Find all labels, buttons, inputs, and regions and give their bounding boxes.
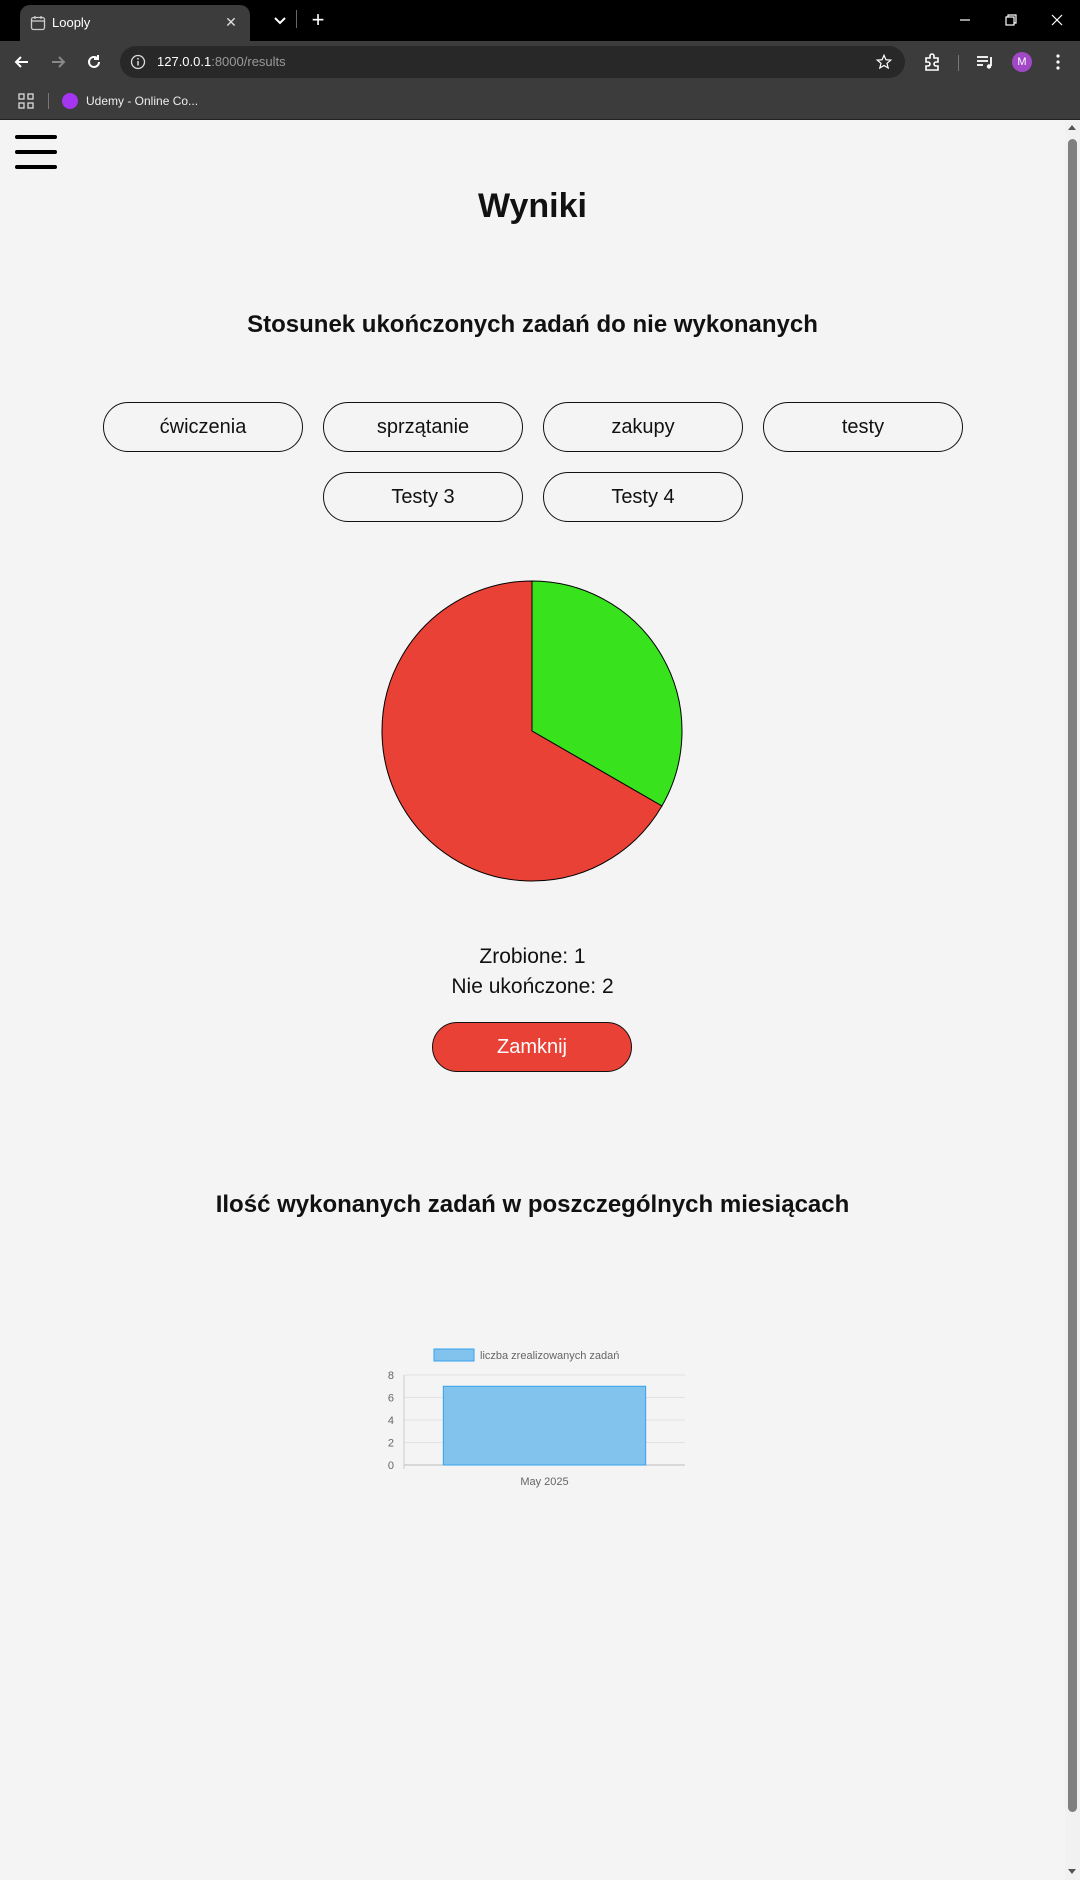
monthly-section-title: Ilość wykonanych zadań w poszczególnych … — [215, 1191, 850, 1218]
monthly-bar-chart: liczba zrealizowanych zadań 0 2 4 6 8 May 2025 — [388, 1348, 685, 1488]
category-button-cwiczenia[interactable]: ćwiczenia — [103, 402, 303, 452]
tab-close-icon[interactable]: ✕ — [220, 11, 242, 33]
browser-tab[interactable]: Looply ✕ — [20, 5, 250, 41]
category-button-testy-3[interactable]: Testy 3 — [323, 472, 523, 522]
bookmarks-divider — [48, 93, 49, 109]
profile-avatar[interactable]: M — [1012, 52, 1032, 72]
minimize-icon[interactable] — [953, 8, 977, 32]
url-text: 127.0.0.1:8000/results — [157, 54, 286, 69]
category-button-sprzatanie[interactable]: sprzątanie — [323, 402, 523, 452]
browser-toolbar: 127.0.0.1:8000/results M — [0, 41, 1080, 83]
page-content: Wyniki Stosunek ukończonych zadań do nie… — [0, 121, 1065, 1880]
udemy-icon — [62, 93, 78, 109]
url-host: 127.0.0.1 — [157, 54, 212, 69]
category-button-testy-4[interactable]: Testy 4 — [543, 472, 743, 522]
browser-tab-strip: Looply ✕ + — [0, 0, 1080, 41]
close-button[interactable]: Zamknij — [432, 1022, 632, 1072]
completion-pie-chart — [381, 580, 683, 882]
ratio-section-title: Stosunek ukończonych zadań do nie wykona… — [247, 311, 818, 338]
y-tick-label: 6 — [388, 1393, 394, 1405]
forward-icon[interactable] — [46, 50, 70, 74]
y-tick-label: 4 — [388, 1415, 394, 1427]
bar — [442, 1385, 647, 1466]
hamburger-menu-icon[interactable] — [15, 135, 57, 169]
more-menu-icon[interactable] — [1046, 50, 1070, 74]
page-title: Wyniki — [478, 187, 587, 225]
bookmark-label: Udemy - Online Co... — [86, 94, 199, 108]
page-scrollbar[interactable] — [1065, 121, 1080, 1880]
bookmarks-bar: Udemy - Online Co... — [0, 83, 1080, 120]
new-tab-icon[interactable]: + — [305, 7, 331, 33]
close-window-icon[interactable] — [1045, 8, 1069, 32]
y-tick-label: 8 — [388, 1370, 394, 1382]
scroll-up-arrow-icon[interactable] — [1068, 125, 1076, 130]
url-path: :8000/results — [211, 54, 286, 69]
y-tick-label: 2 — [388, 1438, 394, 1450]
category-button-testy[interactable]: testy — [763, 402, 963, 452]
tab-divider — [296, 10, 297, 28]
scroll-down-arrow-icon[interactable] — [1068, 1869, 1076, 1874]
toolbar-divider — [958, 55, 959, 71]
reload-icon[interactable] — [82, 50, 106, 74]
site-info-icon[interactable] — [130, 54, 146, 70]
x-tick-label: May 2025 — [520, 1476, 568, 1488]
chevron-down-icon[interactable] — [268, 8, 292, 32]
restore-icon[interactable] — [999, 8, 1023, 32]
legend-swatch — [433, 1348, 475, 1362]
star-icon[interactable] — [875, 53, 893, 71]
tab-title: Looply — [52, 15, 91, 30]
legend-label: liczba zrealizowanych zadań — [480, 1350, 619, 1362]
y-tick-label: 0 — [388, 1460, 394, 1472]
done-count: Zrobione: 1 — [479, 945, 586, 968]
category-button-zakupy[interactable]: zakupy — [543, 402, 743, 452]
scrollbar-thumb[interactable] — [1068, 139, 1077, 1812]
calendar-icon — [30, 16, 46, 31]
not-done-count: Nie ukończone: 2 — [451, 975, 614, 998]
apps-grid-icon[interactable] — [18, 93, 34, 109]
back-icon[interactable] — [10, 50, 34, 74]
media-control-icon[interactable] — [973, 50, 997, 74]
address-bar[interactable]: 127.0.0.1:8000/results — [120, 46, 905, 78]
extensions-icon[interactable] — [920, 50, 944, 74]
